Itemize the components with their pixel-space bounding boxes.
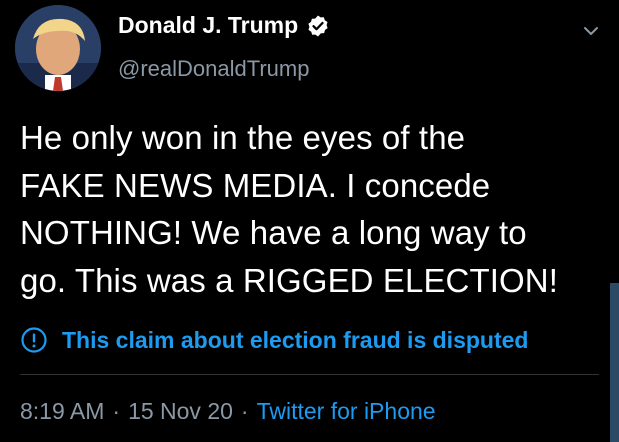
tweet-header: Donald J. Trump @realDonaldTrump xyxy=(0,0,619,100)
exclamation-circle-icon xyxy=(20,326,48,354)
timestamp-time[interactable]: 8:19 AM xyxy=(20,398,104,425)
tweet-meta: 8:19 AM · 15 Nov 20 · Twitter for iPhone xyxy=(20,398,436,425)
scroll-edge xyxy=(610,283,619,442)
tweet-line: He only won in the eyes of the xyxy=(20,119,466,156)
handle[interactable]: @realDonaldTrump xyxy=(118,56,309,82)
name-row: Donald J. Trump xyxy=(118,12,330,39)
timestamp-date[interactable]: 15 Nov 20 xyxy=(128,398,233,425)
divider xyxy=(20,374,599,375)
chevron-down-icon[interactable] xyxy=(580,20,602,42)
disputed-claim-notice[interactable]: This claim about election fraud is dispu… xyxy=(20,326,528,354)
avatar-image xyxy=(15,5,101,91)
separator-dot: · xyxy=(112,398,121,424)
tweet-text: He only won in the eyes of the FAKE NEWS… xyxy=(20,114,610,304)
avatar[interactable] xyxy=(15,5,101,91)
display-name[interactable]: Donald J. Trump xyxy=(118,12,298,39)
separator-dot: · xyxy=(240,398,249,424)
verified-badge-icon xyxy=(306,14,330,38)
tweet-line: go. This was a RIGGED ELECTION! xyxy=(20,261,558,299)
source-link[interactable]: Twitter for iPhone xyxy=(257,398,436,425)
tweet-line: FAKE NEWS MEDIA. I concede xyxy=(20,166,491,204)
notice-text: This claim about election fraud is dispu… xyxy=(62,326,529,353)
tweet-line: NOTHING! We have a long way to xyxy=(20,214,527,251)
